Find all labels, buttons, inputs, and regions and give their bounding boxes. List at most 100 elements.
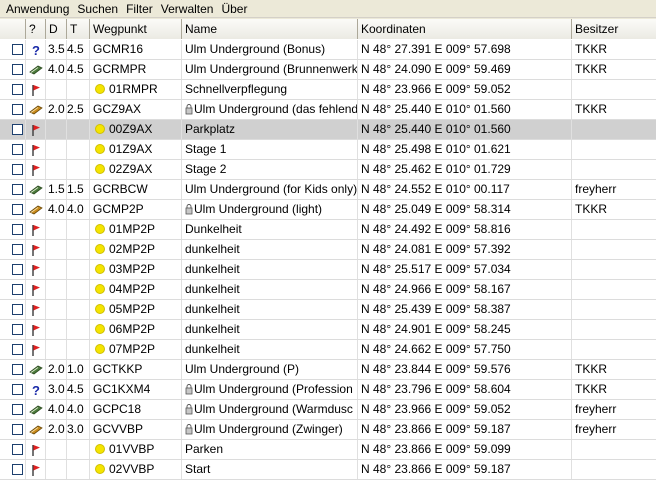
menu-bar: Anwendung Suchen Filter Verwalten Über xyxy=(0,0,656,18)
letterbox-cache-icon xyxy=(29,363,43,377)
waypoint-dot-icon xyxy=(95,344,105,354)
row-difficulty xyxy=(46,120,67,139)
table-row[interactable]: 01VVBP Parken N 48° 23.866 E 009° 59.099 xyxy=(0,440,656,460)
row-checkbox[interactable] xyxy=(12,444,23,455)
column-header-check[interactable] xyxy=(0,19,26,39)
column-header-coordinates[interactable]: Koordinaten xyxy=(358,19,572,39)
table-row[interactable]: 02VVBP Start N 48° 23.866 E 009° 59.187 xyxy=(0,460,656,480)
flag-icon xyxy=(29,163,43,177)
table-row[interactable]: 02MP2P dunkelheit N 48° 24.081 E 009° 57… xyxy=(0,240,656,260)
row-checkbox[interactable] xyxy=(12,244,23,255)
row-owner: TKKR xyxy=(572,360,656,379)
row-name-cell: Stage 1 xyxy=(182,140,358,159)
menu-item[interactable]: Filter xyxy=(122,1,157,17)
row-terrain: 4.5 xyxy=(67,40,90,59)
row-name: dunkelheit xyxy=(185,322,240,336)
table-row[interactable]: 07MP2P dunkelheit N 48° 24.662 E 009° 57… xyxy=(0,340,656,360)
row-coordinates: N 48° 23.796 E 009° 58.604 xyxy=(358,380,572,399)
row-checkbox[interactable] xyxy=(12,124,23,135)
row-checkbox[interactable] xyxy=(12,44,23,55)
row-checkbox[interactable] xyxy=(12,104,23,115)
row-check-cell xyxy=(0,440,26,459)
table-row[interactable]: 2.0 3.0 GCVVBP Ulm Underground (Zwinger)… xyxy=(0,420,656,440)
row-name: Parken xyxy=(185,442,224,456)
row-checkbox[interactable] xyxy=(12,424,23,435)
row-check-cell xyxy=(0,240,26,259)
row-checkbox[interactable] xyxy=(12,84,23,95)
row-difficulty xyxy=(46,440,67,459)
row-terrain xyxy=(67,120,90,139)
menu-item[interactable]: Suchen xyxy=(73,1,122,17)
table-row[interactable]: 01Z9AX Stage 1 N 48° 25.498 E 010° 01.62… xyxy=(0,140,656,160)
row-checkbox[interactable] xyxy=(12,284,23,295)
lock-icon xyxy=(185,402,194,416)
table-row[interactable]: ? 3.5 4.5 GCMR16 Ulm Underground (Bonus)… xyxy=(0,40,656,60)
row-check-cell xyxy=(0,140,26,159)
row-type-cell xyxy=(26,180,46,199)
row-waypoint: 04MP2P xyxy=(109,282,156,296)
row-difficulty xyxy=(46,260,67,279)
row-check-cell xyxy=(0,400,26,419)
row-type-cell: ? xyxy=(26,380,46,399)
table-row[interactable]: 2.0 1.0 GCTKKP Ulm Underground (P) N 48°… xyxy=(0,360,656,380)
row-type-cell xyxy=(26,240,46,259)
row-checkbox[interactable] xyxy=(12,264,23,275)
column-header-name[interactable]: Name xyxy=(182,19,358,39)
table-row[interactable]: 1.5 1.5 GCRBCW Ulm Underground (for Kids… xyxy=(0,180,656,200)
menu-item[interactable]: Über xyxy=(217,1,251,17)
row-checkbox[interactable] xyxy=(12,404,23,415)
row-name: Stage 1 xyxy=(185,142,227,156)
row-checkbox[interactable] xyxy=(12,344,23,355)
row-name: dunkelheit xyxy=(185,262,240,276)
row-checkbox[interactable] xyxy=(12,384,23,395)
column-header-terrain[interactable]: T xyxy=(67,19,90,39)
row-waypoint-cell: GCPC18 xyxy=(90,400,182,419)
row-terrain: 4.0 xyxy=(67,200,90,219)
row-waypoint: GCPC18 xyxy=(93,402,142,416)
table-row[interactable]: 04MP2P dunkelheit N 48° 24.966 E 009° 58… xyxy=(0,280,656,300)
table-row[interactable]: 01RMPR Schnellverpflegung N 48° 23.966 E… xyxy=(0,80,656,100)
row-owner xyxy=(572,440,656,459)
row-checkbox[interactable] xyxy=(12,184,23,195)
table-row[interactable]: 01MP2P Dunkelheit N 48° 24.492 E 009° 58… xyxy=(0,220,656,240)
row-checkbox[interactable] xyxy=(12,364,23,375)
table-row[interactable]: 00Z9AX Parkplatz N 48° 25.440 E 010° 01.… xyxy=(0,120,656,140)
column-header-type[interactable]: ? xyxy=(26,19,46,39)
row-checkbox[interactable] xyxy=(12,64,23,75)
menu-item[interactable]: Verwalten xyxy=(157,1,218,17)
row-checkbox[interactable] xyxy=(12,164,23,175)
row-waypoint: 01RMPR xyxy=(109,82,158,96)
row-owner xyxy=(572,280,656,299)
column-header-waypoint[interactable]: Wegpunkt xyxy=(90,19,182,39)
menu-item[interactable]: Anwendung xyxy=(2,1,73,17)
row-checkbox[interactable] xyxy=(12,324,23,335)
row-checkbox[interactable] xyxy=(12,144,23,155)
table-row[interactable]: 02Z9AX Stage 2 N 48° 25.462 E 010° 01.72… xyxy=(0,160,656,180)
row-difficulty: 4.0 xyxy=(46,400,67,419)
row-name: dunkelheit xyxy=(185,242,240,256)
table-row[interactable]: 4.0 4.0 GCPC18 Ulm Underground (Warmdusc… xyxy=(0,400,656,420)
row-name-cell: Schnellverpflegung xyxy=(182,80,358,99)
table-row[interactable]: 03MP2P dunkelheit N 48° 25.517 E 009° 57… xyxy=(0,260,656,280)
row-waypoint-cell: 02Z9AX xyxy=(90,160,182,179)
table-row[interactable]: 2.0 2.5 GCZ9AX Ulm Underground (das fehl… xyxy=(0,100,656,120)
row-owner: TKKR xyxy=(572,200,656,219)
row-checkbox[interactable] xyxy=(12,304,23,315)
table-row[interactable]: 06MP2P dunkelheit N 48° 24.901 E 009° 58… xyxy=(0,320,656,340)
column-header-difficulty[interactable]: D xyxy=(46,19,67,39)
table-row[interactable]: 4.0 4.0 GCMP2P Ulm Underground (light) N… xyxy=(0,200,656,220)
row-terrain xyxy=(67,80,90,99)
column-header-owner[interactable]: Besitzer xyxy=(572,19,656,39)
row-owner xyxy=(572,120,656,139)
table-row[interactable]: 05MP2P dunkelheit N 48° 25.439 E 009° 58… xyxy=(0,300,656,320)
row-waypoint: 01VVBP xyxy=(109,442,155,456)
table-row[interactable]: 4.0 4.5 GCRMPR Ulm Underground (Brunnenw… xyxy=(0,60,656,80)
row-coordinates: N 48° 24.966 E 009° 58.167 xyxy=(358,280,572,299)
row-checkbox[interactable] xyxy=(12,464,23,475)
row-checkbox[interactable] xyxy=(12,224,23,235)
table-row[interactable]: ? 3.0 4.5 GC1KXM4 Ulm Underground (Profe… xyxy=(0,380,656,400)
row-checkbox[interactable] xyxy=(12,204,23,215)
row-type-cell xyxy=(26,60,46,79)
row-owner: TKKR xyxy=(572,40,656,59)
row-check-cell xyxy=(0,300,26,319)
